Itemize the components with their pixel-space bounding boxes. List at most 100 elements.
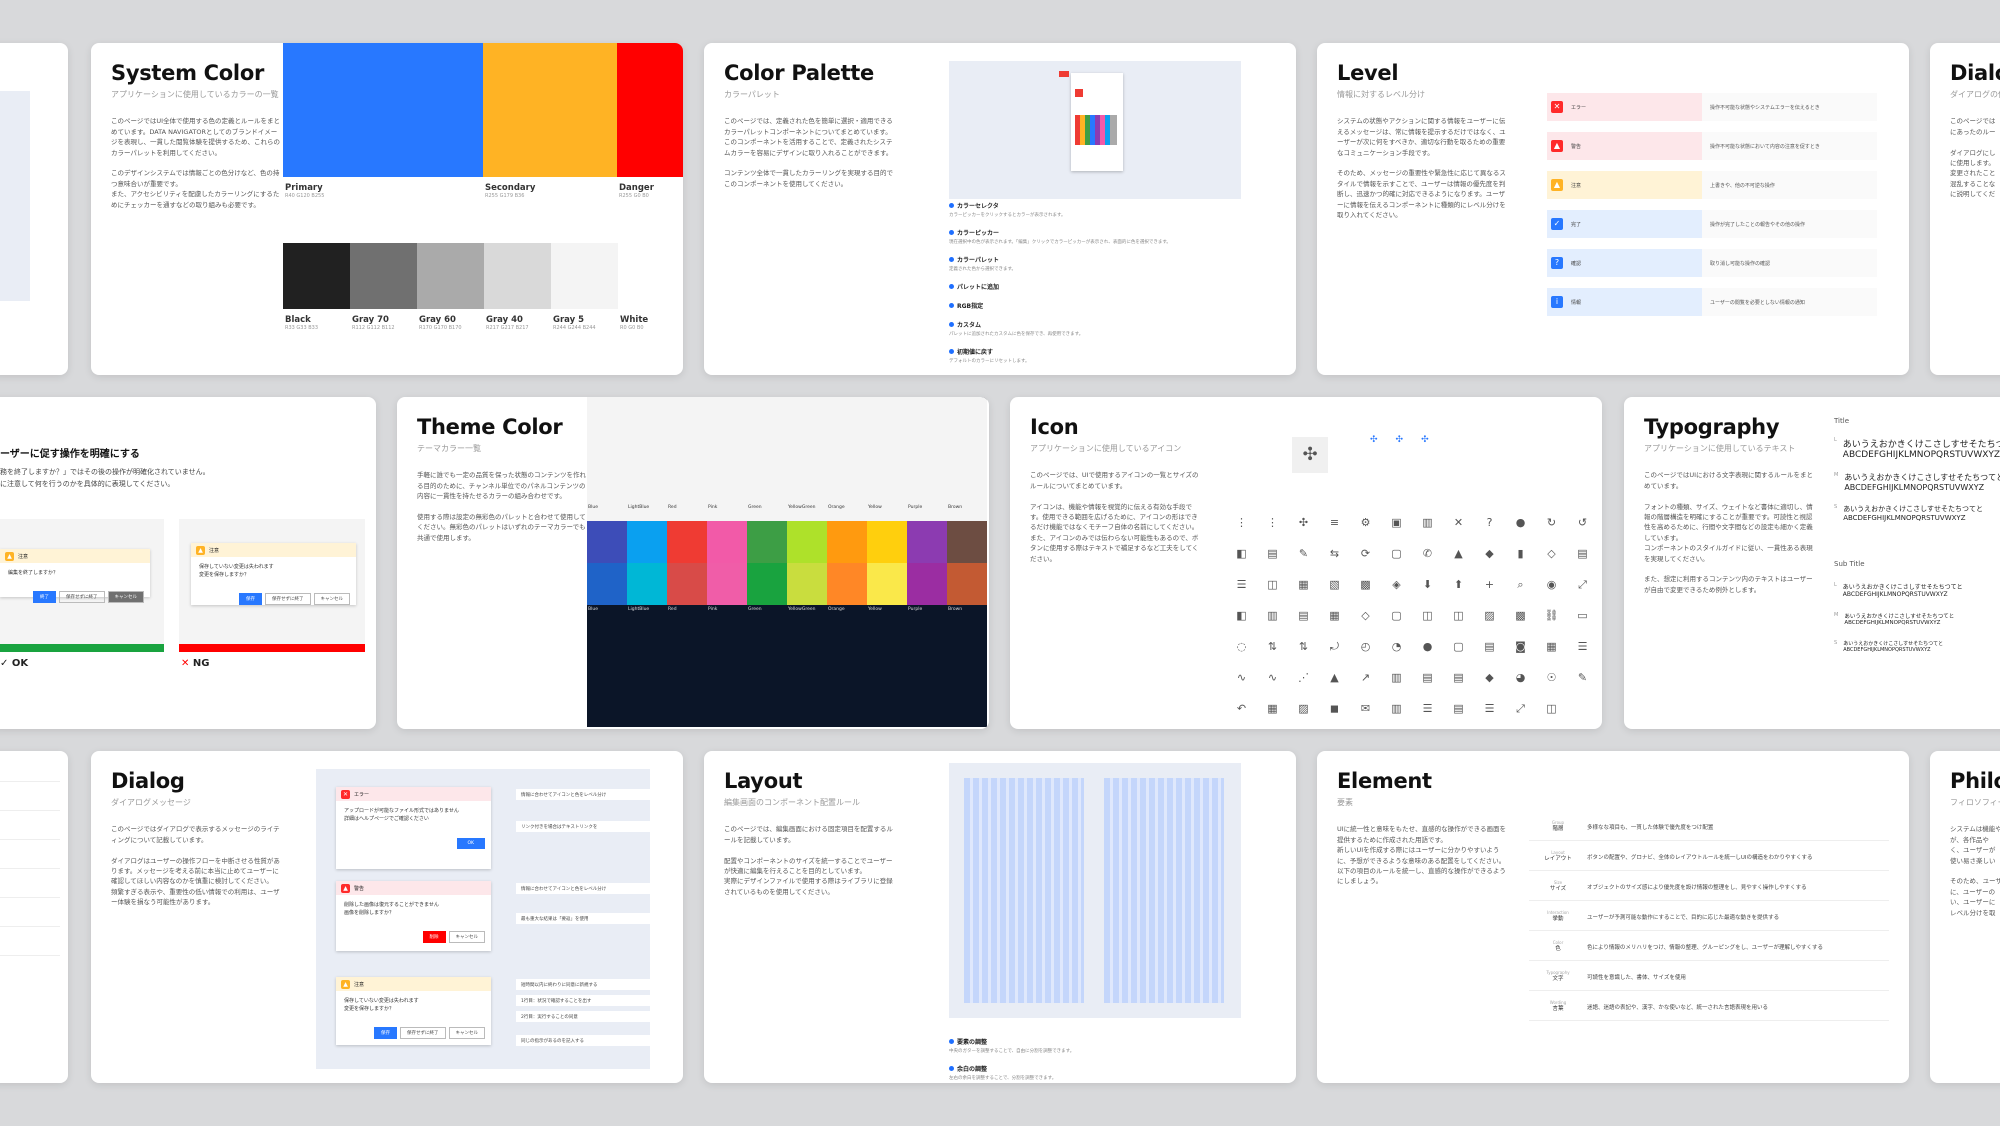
nosave-button[interactable]: 保存せずに終了 [400,1027,446,1039]
glyph-icon: ◫ [1453,609,1464,622]
theme-swatch-main [707,521,747,563]
card-system-color[interactable]: System Color アプリケーションに使用しているカラーの一覧 このページ… [91,43,683,375]
glyph-icon: ◧ [1236,609,1247,622]
color-picker-popup[interactable] [1071,73,1123,171]
cancel-button[interactable]: キャンセル [448,1027,485,1039]
info-icon: i [1551,296,1563,308]
element-desc: 可読性を意識した、書体、サイズを使用 [1587,974,1686,981]
swatch-label: Danger [619,183,654,193]
theme-color-name-dark: Green [748,607,762,612]
cancel-button[interactable]: キャンセル [448,931,485,943]
theme-color-name: YellowGreen [788,505,816,510]
element-key: Group 階層 [1529,820,1587,832]
ok-text: OK [11,658,29,669]
swatch-rgb: R244 G244 B244 [553,325,596,331]
element-key-jp: 色 [1555,945,1561,952]
theme-color-name: LightBlue [628,505,650,510]
swatch-rgb: R255 G179 B36 [485,193,525,199]
page-description: このページではUIにおける文字表現に関するルールをまとめています。 フォントの種… [1644,471,1814,594]
note-title: 要素の調整 [949,1037,1074,1046]
glyph-icon: ◧ [1236,547,1247,560]
element-key: Wording 言葉 [1529,1000,1587,1012]
glyph-icon: ◌ [1236,640,1247,653]
glyph-icon: ▢ [1391,609,1402,622]
glyph-icon: ▲ [1454,547,1463,560]
cancel-button[interactable]: キャンセル [107,591,144,603]
glyph-icon: ◫ [1422,609,1433,622]
glyph-icon: ⤢ [1578,578,1587,591]
card-typography[interactable]: Typography アプリケーションに使用しているテキスト このページではUI… [1624,397,2000,729]
glyph-icon: ◇ [1547,547,1556,560]
card-icon[interactable]: Icon アプリケーションに使用しているアイコン このページでは、UIで使用する… [1010,397,1602,729]
delete-button[interactable]: 削除 [422,931,446,943]
element-row: Color 色色により情報のメリハリをつけ、情報の整理、グルーピングをし、ユーザー… [1529,933,1889,961]
type-sample-en: ABCDEFGHIJKLMNOPQRSTUVWXYZ [1843,647,1931,653]
card-dialog-partial[interactable]: Dialo ダイアログの使 このページでは にあったのルー ダイアログにし に使… [1930,43,2000,375]
page-title: Philo [1950,769,2000,793]
glyph-icon: ▦ [1329,609,1340,622]
theme-swatch-main [787,521,827,563]
theme-color-name-dark: Pink [708,607,718,612]
ok-button[interactable]: OK [456,838,485,849]
card-ux-writing[interactable]: ーザーに促す操作を明確にする 務を終了しますか？」ではその後の操作が明確化されて… [0,397,376,729]
card-theme-color[interactable]: Theme Color テーマカラー一覧 手軽に誰でも一定の品質を保った状態のコ… [397,397,989,729]
note-title: 余白の調整 [949,1064,1074,1073]
element-row: Group 階層 多様なな項目も、一貫した体験で優先度をつけ配置 [1529,813,1889,841]
glyph-icon: ◙ [1515,640,1526,653]
dialog-error: ✕ エラー アップロードが可能なファイル形式ではありません 詳細はヘルプページでご確… [336,787,491,869]
glyph-icon: ▤ [1453,671,1464,684]
nosave-button[interactable]: 保存せずに終了 [265,593,311,605]
card-dialog[interactable]: Dialog ダイアログメッセージ このページではダイアログで表示するメッセージ… [91,751,683,1083]
level-row-error: ✕ エラー 操作不可能な状態やシステムエラーを伝えるとき [1547,93,1877,121]
element-desc: ユーザーが予測可能な動作にすることで、目的に応じた最適な動きを提供する [1587,914,1780,921]
feature-title: カラーセレクタ [949,201,1249,210]
dialog-text: 保存していない変更は失われます 変更を保存しますか？ [199,564,274,578]
swatch-rgb: R40 G120 B255 [285,193,325,199]
feature-desc: 定義された色から選択できます。 [949,267,1017,272]
nosave-button[interactable]: 保存せずに終了 [59,591,105,603]
warning-icon: ▲ [1551,140,1563,152]
card-level[interactable]: Level 情報に対するレベル分け システムの状態やアクションに関する情報をユー… [1317,43,1909,375]
theme-swatch-sub [947,563,987,605]
glyph-icon: ? [1486,516,1493,529]
glyph-icon: ◆ [1485,671,1494,684]
element-desc: 迷語、迷語の表記や、漢字、かな使いなど、統一された言語表現を用いる [1587,1004,1769,1011]
card-philosophy-partial[interactable]: Philo フィロソフィー システムは機能や が、各作品や く、ユーザーが 使い… [1930,751,2000,1083]
save-button[interactable]: 保存 [239,593,262,605]
ng-bar [179,644,365,652]
page-description: このページでは、UIで使用するアイコンの一覧とサイズのルールについてまとめていま… [1030,471,1199,563]
card-partial-left-1 [0,43,68,375]
end-button[interactable]: 終了 [33,591,56,603]
card-partial-left-3 [0,751,68,1083]
feature-title: カラーピッカー [949,228,1249,237]
glyph-icon: ✣ [1298,516,1309,529]
glyph-icon: ▤ [1267,547,1278,560]
level-row-info: i 情報 ユーザーの閲覧を必要としない情報の通知 [1547,288,1877,316]
feature-title: パレットに追加 [949,282,1249,291]
cancel-button[interactable]: キャンセル [313,593,350,605]
size-tag: L [1834,582,1837,588]
swatch-label: Gray 70 [352,315,389,325]
page-subtitle: 要素 [1337,798,1353,807]
swatch-gray40 [484,243,551,309]
theme-swatch-main [667,521,707,563]
glyph-icon: ✉ [1360,702,1371,715]
level-label: エラー [1571,104,1587,111]
ok-bar [0,644,164,652]
page-subtitle: ダイアログメッセージ [111,798,191,807]
feature-desc: デフォルトのカラーにリセットします。 [949,359,1030,364]
dialog-examples: ✕ エラー アップロードが可能なファイル形式ではありません 詳細はヘルプページでご確… [316,769,656,1069]
page-description: このページではダイアログで表示するメッセージのライティングについて記載しています… [111,825,280,907]
card-element[interactable]: Element 要素 UIに統一性と意味をもたせ、直感的な操作ができる画面を提供… [1317,751,1909,1083]
save-button[interactable]: 保存 [374,1027,397,1039]
page-title: Dialog [111,769,185,793]
glyph-icon: ☰ [1577,640,1588,653]
theme-color-name: Yellow [868,505,882,510]
page-description: UIに統一性と意味をもたせ、直感的な操作ができる画面を提供するために作成された用… [1337,825,1507,886]
glyph-icon: ◫ [1267,578,1278,591]
card-layout[interactable]: Layout 編集画面のコンポーネント配置ルール このページでは、編集画面におけ… [704,751,1296,1083]
size-tag: S [1834,640,1838,646]
glyph-icon: ◫ [1546,702,1557,715]
card-color-palette[interactable]: Color Palette カラーパレット このページでは、定義された色を簡単に… [704,43,1296,375]
glyph-icon: ◆ [1485,547,1494,560]
